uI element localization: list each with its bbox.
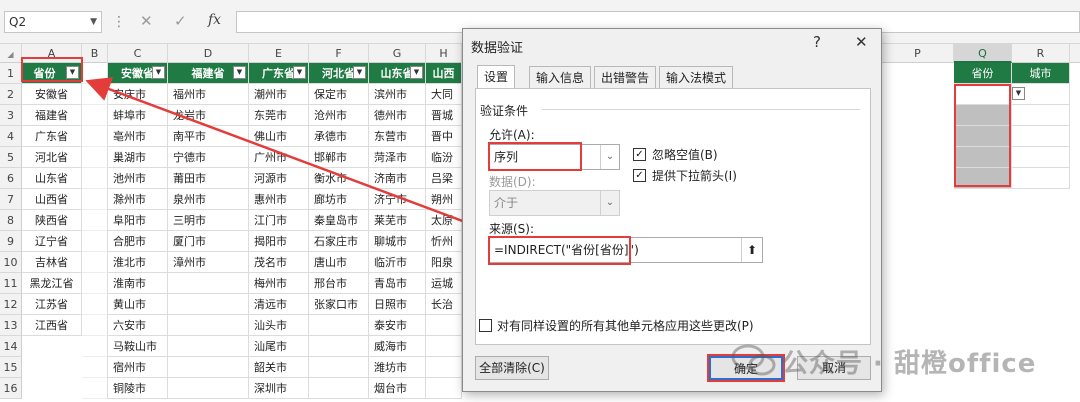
apply-all-checkbox[interactable] [479,319,492,332]
collapse-dialog-icon[interactable]: ⬆ [741,238,762,262]
data-value: 介于 [494,196,519,210]
tab-error-alert[interactable]: 出错警告 [594,66,657,88]
wechat-icon [731,344,776,376]
group-divider [542,109,860,110]
dropdown-arrow-label: 提供下拉箭头(I) [652,169,737,183]
settings-panel: 验证条件 允许(A): 序列 ⌄ ✓ 忽略空值(B) ✓ 提供下拉箭头(I) 数… [475,88,871,345]
data-label: 数据(D): [489,175,536,189]
apply-all-label: 对有同样设置的所有其他单元格应用这些更改(P) [497,319,754,333]
ignore-blank-label: 忽略空值(B) [652,148,718,162]
tab-ime-mode[interactable]: 输入法模式 [659,66,734,88]
source-label: 来源(S): [489,222,535,236]
close-icon[interactable]: ✕ [855,33,868,51]
watermark-text: 公众号 · 甜橙office [782,349,1037,379]
data-validation-dialog: 数据验证 ? ✕ 设置 输入信息 出错警告 输入法模式 验证条件 允许(A): … [462,28,882,392]
validation-criteria-label: 验证条件 [480,104,529,118]
ignore-blank-checkbox[interactable]: ✓ [633,148,646,161]
chevron-down-icon: ⌄ [600,191,619,215]
allow-label: 允许(A): [489,128,535,142]
check-icon: ✓ [635,170,644,181]
clear-all-button[interactable]: 全部清除(C) [475,356,549,380]
tab-input-message[interactable]: 输入信息 [529,66,592,88]
highlight-source [488,236,631,265]
tab-settings[interactable]: 设置 [477,65,516,89]
dropdown-arrow-checkbox[interactable]: ✓ [633,169,646,182]
data-select: 介于 ⌄ [489,190,620,216]
dialog-title: 数据验证 [471,41,524,56]
chevron-down-icon: ⌄ [600,145,619,169]
highlight-allow [488,142,582,171]
check-icon: ✓ [635,149,644,160]
help-icon[interactable]: ? [813,33,821,51]
